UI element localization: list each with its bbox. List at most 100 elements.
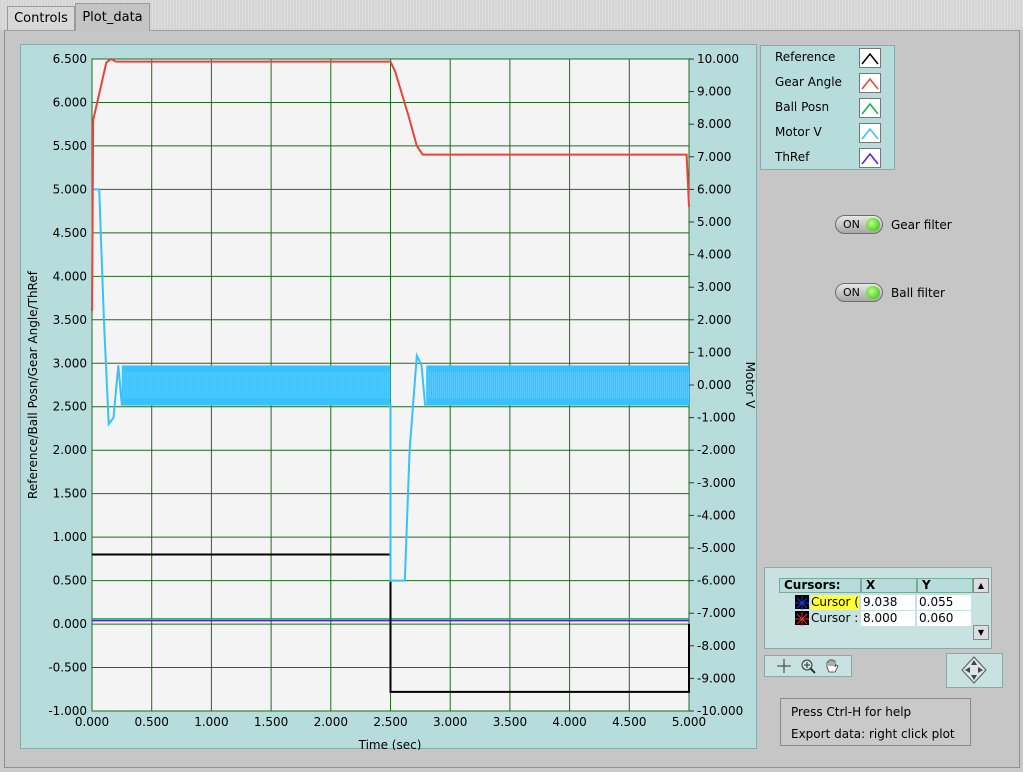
legend-item-motor-v[interactable]: Motor V xyxy=(761,121,896,146)
x-tick-label: 1.000 xyxy=(194,715,228,729)
y-axis-label: Reference/Ball Posn/Gear Angle/ThRef xyxy=(26,270,40,499)
legend-swatch-motor-v[interactable] xyxy=(859,123,881,143)
help-line-1: Press Ctrl-H for help xyxy=(791,705,912,719)
y-tick-label: 4.500 xyxy=(53,226,87,240)
y2-tick-label: 9.000 xyxy=(697,85,731,99)
y-tick-label: -0.500 xyxy=(48,661,87,675)
y-tick-label: -1.000 xyxy=(48,704,87,718)
pan-hand-icon[interactable] xyxy=(821,658,843,675)
graph-palette xyxy=(764,655,852,677)
x-tick-label: 2.500 xyxy=(373,715,407,729)
y2-tick-label: -3.000 xyxy=(697,476,736,490)
plot-legend[interactable]: Reference Gear Angle Ball Posn Motor V T… xyxy=(760,45,895,170)
cursor-y-value[interactable]: 0.060 xyxy=(917,611,971,626)
x-tick-label: 3.000 xyxy=(433,715,467,729)
y-tick-label: 1.000 xyxy=(53,530,87,544)
x-tick-label: 4.500 xyxy=(612,715,646,729)
y2-tick-label: -6.000 xyxy=(697,574,736,588)
legend-label: Reference xyxy=(775,50,836,64)
toggle-state: ON xyxy=(843,286,860,299)
legend-item-reference[interactable]: Reference xyxy=(761,46,896,71)
cursor-x-value[interactable]: 8.000 xyxy=(861,611,915,626)
y2-tick-label: -4.000 xyxy=(697,508,736,522)
scroll-down-icon[interactable]: ▼ xyxy=(973,625,989,640)
cursor-y-value[interactable]: 0.055 xyxy=(917,595,971,610)
toggle-state: ON xyxy=(843,218,860,231)
cursor-name[interactable]: Cursor ( xyxy=(811,595,859,610)
move-arrows-icon[interactable] xyxy=(947,654,1002,687)
y-tick-label: 1.500 xyxy=(53,487,87,501)
y-tick-label: 4.000 xyxy=(53,269,87,283)
legend-swatch-ball-posn[interactable] xyxy=(859,98,881,118)
ball-filter-label: Ball filter xyxy=(891,286,945,300)
y2-tick-label: -2.000 xyxy=(697,443,736,457)
cursor-row[interactable]: Cursor ( 9.038 0.055 xyxy=(779,594,973,610)
cursors-col-x: X xyxy=(861,578,917,593)
help-line-2: Export data: right click plot xyxy=(791,727,955,741)
y2-tick-label: 6.000 xyxy=(697,182,731,196)
y2-tick-label: -9.000 xyxy=(697,671,736,685)
legend-item-ball-posn[interactable]: Ball Posn xyxy=(761,96,896,121)
cursor-x-value[interactable]: 9.038 xyxy=(861,595,915,610)
legend-label: ThRef xyxy=(775,150,810,164)
motor-v-oscillation xyxy=(426,365,689,405)
y2-tick-label: -5.000 xyxy=(697,541,736,555)
tab-controls[interactable]: Controls xyxy=(7,6,75,30)
y2-tick-label: -8.000 xyxy=(697,639,736,653)
y2-tick-label: -7.000 xyxy=(697,606,736,620)
x-tick-label: 4.000 xyxy=(552,715,586,729)
chart-svg[interactable]: 0.000 0.500 1.000 1.500 2.000 2.500 3.000 3.500… xyxy=(21,45,758,750)
x-tick-label: 1.500 xyxy=(254,715,288,729)
legend-swatch-gear-angle[interactable] xyxy=(859,73,881,93)
tab-bar xyxy=(0,0,1023,30)
tab-plot-data[interactable]: Plot_data xyxy=(75,3,150,31)
legend-label: Ball Posn xyxy=(775,100,830,114)
scroll-up-icon[interactable]: ▲ xyxy=(973,578,989,593)
x-tick-label: 3.500 xyxy=(493,715,527,729)
legend-item-gear-angle[interactable]: Gear Angle xyxy=(761,71,896,96)
y2-tick-label: 10.000 xyxy=(697,52,739,66)
cursor-row[interactable]: Cursor : 8.000 0.060 xyxy=(779,610,973,626)
cursor-name[interactable]: Cursor : xyxy=(811,611,859,626)
y-tick-label: 2.000 xyxy=(53,443,87,457)
y-tick-label: 5.000 xyxy=(53,182,87,196)
legend-swatch-thref[interactable] xyxy=(859,148,881,168)
y2-tick-label: 2.000 xyxy=(697,313,731,327)
y-tick-label: 2.500 xyxy=(53,400,87,414)
waveform-graph[interactable]: 0.000 0.500 1.000 1.500 2.000 2.500 3.000 3.500… xyxy=(20,44,758,750)
y-tick-label: 6.000 xyxy=(53,95,87,109)
legend-label: Motor V xyxy=(775,125,822,139)
cursors-header: Cursors: xyxy=(779,578,861,593)
y2-tick-label: 5.000 xyxy=(697,215,731,229)
cursor-legend[interactable]: Cursors: X Y ▲ ▼ Cursor ( 9.038 0.055 Cu… xyxy=(764,567,992,649)
y2-tick-label: 7.000 xyxy=(697,150,731,164)
legend-label: Gear Angle xyxy=(775,75,842,89)
y-tick-label: 3.500 xyxy=(53,313,87,327)
y2-axis-label: Motor V xyxy=(743,362,757,409)
y2-tick-label: 0.000 xyxy=(697,378,731,392)
x-tick-label: 0.500 xyxy=(135,715,169,729)
y2-tick-label: 4.000 xyxy=(697,248,731,262)
legend-swatch-reference[interactable] xyxy=(859,48,881,68)
zoom-tool-icon[interactable] xyxy=(797,658,819,675)
legend-item-thref[interactable]: ThRef xyxy=(761,146,896,171)
ball-filter-toggle[interactable]: ON xyxy=(835,283,883,302)
y-tick-label: 0.000 xyxy=(53,617,87,631)
y-tick-label: 0.500 xyxy=(53,574,87,588)
cursor-tool-icon[interactable] xyxy=(773,658,795,675)
led-indicator-icon xyxy=(866,286,880,299)
y2-tick-label: 1.000 xyxy=(697,345,731,359)
help-box: Press Ctrl-H for help Export data: right… xyxy=(780,698,971,746)
gear-filter-toggle[interactable]: ON xyxy=(835,215,883,234)
cursors-col-y: Y xyxy=(917,578,973,593)
y-tick-label: 3.000 xyxy=(53,356,87,370)
crosshair-icon[interactable] xyxy=(795,611,809,626)
y2-tick-label: 3.000 xyxy=(697,280,731,294)
scale-nav-pad[interactable] xyxy=(946,653,1003,688)
x-tick-label: 2.000 xyxy=(314,715,348,729)
gear-filter-label: Gear filter xyxy=(891,218,952,232)
y2-tick-label: 8.000 xyxy=(697,117,731,131)
crosshair-icon[interactable] xyxy=(795,595,809,610)
y2-tick-label: -1.000 xyxy=(697,411,736,425)
x-axis-label: Time (sec) xyxy=(358,738,422,750)
